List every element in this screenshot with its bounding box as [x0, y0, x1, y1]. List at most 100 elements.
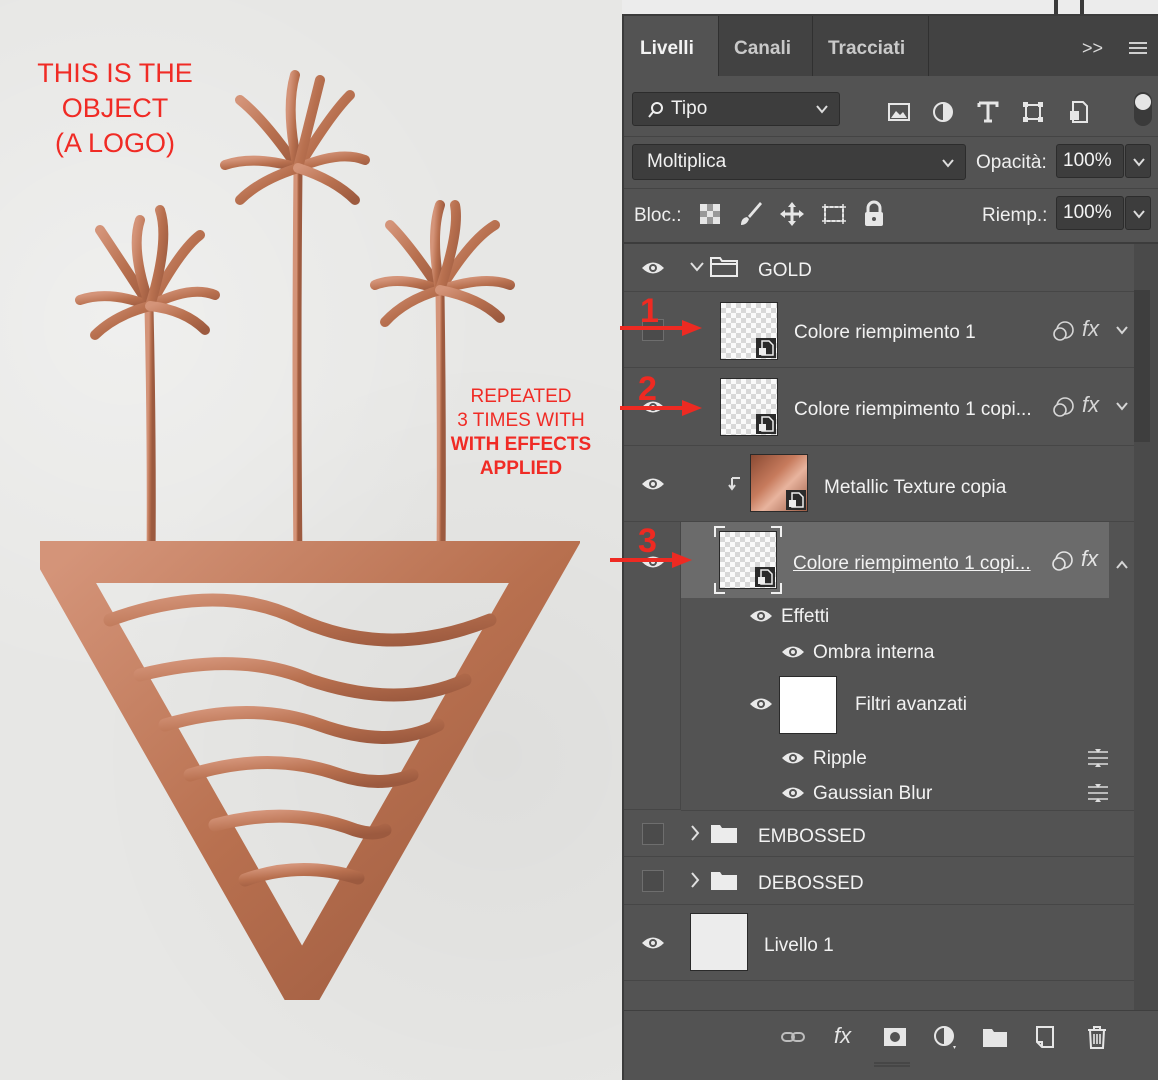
layer-row-livello-1[interactable]: Livello 1: [624, 905, 1134, 981]
lock-all-icon[interactable]: [862, 200, 886, 228]
layer-name: Livello 1: [764, 935, 834, 956]
divider: [624, 136, 1158, 137]
layer-row-metallic-texture[interactable]: Metallic Texture copia: [624, 446, 1134, 522]
eye-icon[interactable]: [749, 696, 773, 712]
effect-name: Ombra interna: [813, 642, 935, 663]
chevron-down-icon[interactable]: [690, 262, 704, 272]
eye-icon[interactable]: [781, 750, 805, 766]
filter-gaussian-blur-row[interactable]: Gaussian Blur: [681, 775, 1134, 810]
eye-icon[interactable]: [641, 476, 665, 492]
visibility-toggle[interactable]: [642, 870, 664, 892]
chevron-down-icon[interactable]: [1116, 401, 1128, 411]
layer-name: GOLD: [758, 260, 812, 281]
selection-brackets: [714, 526, 782, 594]
fill-label: Riemp.:: [982, 205, 1048, 226]
layers-panel: Livelli Canali Tracciati >> Tipo Moltipl…: [622, 14, 1158, 1080]
palm-island-logo: [40, 70, 580, 1000]
fx-icon[interactable]: fx: [1081, 546, 1098, 572]
scrollbar-thumb[interactable]: [1134, 290, 1150, 442]
chevron-down-icon: [1133, 210, 1145, 219]
smart-filters-row[interactable]: Filtri avanzati: [681, 670, 1134, 740]
eye-icon[interactable]: [641, 935, 665, 951]
lock-pixels-brush-icon[interactable]: [738, 200, 764, 228]
opacity-input[interactable]: 100%: [1056, 144, 1124, 178]
layers-scrollbar[interactable]: [1134, 244, 1158, 1010]
smart-filter-icon: [1052, 551, 1073, 571]
panel-resize-grip[interactable]: [872, 1062, 912, 1068]
effect-inner-shadow-row[interactable]: Ombra interna: [681, 634, 1134, 670]
layer-row-gold-group[interactable]: GOLD: [624, 244, 1134, 292]
eye-icon[interactable]: [781, 644, 805, 660]
fx-icon[interactable]: fx: [1082, 392, 1099, 418]
folder-open-icon: [710, 257, 738, 277]
chevron-up-icon[interactable]: [1116, 560, 1128, 570]
lock-transparency-icon[interactable]: [698, 202, 722, 226]
fill-input[interactable]: 100%: [1056, 196, 1124, 230]
tab-tracciati[interactable]: Tracciati: [812, 16, 932, 76]
clipping-mask-arrow-icon: [728, 477, 740, 491]
search-icon: [648, 102, 663, 118]
red-arrow-icon: [620, 400, 702, 416]
adjustment-filter-icon[interactable]: [930, 99, 956, 125]
new-layer-icon[interactable]: [1032, 1024, 1058, 1050]
filter-type-dropdown[interactable]: Tipo: [632, 92, 840, 126]
new-group-folder-icon[interactable]: [982, 1024, 1008, 1050]
effects-label: Effetti: [781, 606, 830, 627]
layer-row-debossed-group[interactable]: DEBOSSED: [624, 857, 1134, 905]
tab-separator: [928, 16, 929, 76]
chevron-right-icon[interactable]: [690, 872, 700, 888]
visibility-toggle[interactable]: [642, 823, 664, 845]
opacity-dropdown-button[interactable]: [1125, 144, 1151, 178]
fx-icon[interactable]: fx: [1082, 316, 1099, 342]
delete-layer-trash-icon[interactable]: [1084, 1024, 1110, 1050]
tab-overflow-button[interactable]: >>: [1082, 38, 1103, 59]
filter-name: Ripple: [813, 748, 867, 769]
image-filter-icon[interactable]: [886, 99, 912, 125]
blending-options-icon[interactable]: [1087, 783, 1109, 803]
lock-position-move-icon[interactable]: [778, 200, 806, 228]
red-arrow-icon: [620, 320, 702, 336]
blend-mode-dropdown[interactable]: Moltiplica: [632, 144, 966, 180]
document-canvas: THIS IS THE OBJECT (A LOGO) REPEATED 3 T…: [0, 0, 622, 1080]
panel-menu-icon[interactable]: [1129, 42, 1147, 56]
type-filter-icon[interactable]: [975, 99, 1001, 125]
chevron-down-icon[interactable]: [1116, 325, 1128, 335]
new-adjustment-layer-icon[interactable]: [932, 1024, 958, 1050]
divider: [624, 188, 1158, 189]
smart-filter-icon: [1053, 321, 1074, 341]
layer-name: Colore riempimento 1 copi...: [794, 399, 1032, 420]
filter-name: Gaussian Blur: [813, 783, 933, 804]
chevron-down-icon: [942, 159, 954, 168]
lock-label: Bloc.:: [634, 205, 682, 226]
eye-icon[interactable]: [641, 260, 665, 276]
eye-icon[interactable]: [781, 785, 805, 801]
smart-object-filter-icon[interactable]: [1066, 99, 1092, 125]
chevron-right-icon[interactable]: [690, 825, 700, 841]
layer-row-embossed-group[interactable]: EMBOSSED: [624, 811, 1134, 857]
layer-name: EMBOSSED: [758, 826, 866, 847]
shape-filter-icon[interactable]: [1020, 99, 1046, 125]
filter-type-label: Tipo: [671, 98, 708, 119]
eye-icon[interactable]: [749, 608, 773, 624]
tab-canali[interactable]: Canali: [718, 16, 800, 76]
add-layer-style-icon[interactable]: fx: [834, 1023, 851, 1049]
filter-ripple-row[interactable]: Ripple: [681, 740, 1134, 775]
blending-options-icon[interactable]: [1087, 748, 1109, 768]
fill-dropdown-button[interactable]: [1125, 196, 1151, 230]
chevron-down-icon: [816, 105, 828, 114]
blend-mode-value: Moltiplica: [647, 151, 727, 172]
chevron-down-icon: [1133, 158, 1145, 167]
link-layers-icon[interactable]: [780, 1024, 806, 1050]
opacity-label: Opacità:: [976, 152, 1047, 173]
layers-bottom-toolbar: fx: [624, 1010, 1158, 1062]
smart-object-badge-icon: [756, 338, 776, 358]
layer-name: Metallic Texture copia: [824, 477, 1007, 498]
effects-row[interactable]: Effetti: [681, 598, 1134, 634]
tab-livelli[interactable]: Livelli: [624, 16, 718, 76]
smart-filters-label: Filtri avanzati: [855, 694, 967, 715]
layer-row-fill-1-copy-selected[interactable]: Colore riempimento 1 copi... fx: [681, 522, 1109, 598]
add-mask-icon[interactable]: [882, 1024, 908, 1050]
lock-artboard-icon[interactable]: [820, 200, 848, 228]
panel-tab-bar: Livelli Canali Tracciati >>: [624, 16, 1158, 76]
filter-toggle[interactable]: [1134, 92, 1152, 126]
